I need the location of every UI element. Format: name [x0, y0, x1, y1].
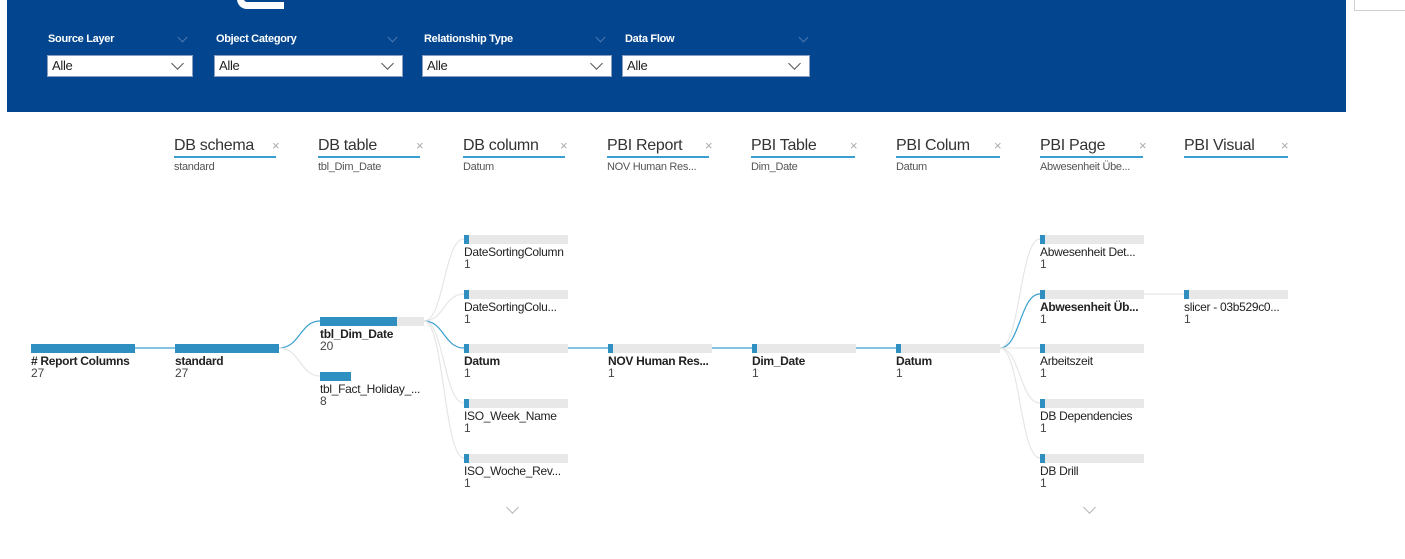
node-bar: [1040, 290, 1144, 299]
node-bar-fill: [1040, 454, 1045, 463]
node-bar-fill: [320, 372, 351, 381]
node-label: ISO_Week_Name: [464, 409, 557, 423]
node-bar: [608, 344, 712, 353]
node-bar: [464, 454, 568, 463]
node-bar-fill: [1184, 290, 1189, 299]
node-count: 1: [464, 421, 471, 435]
connector: [999, 347, 1041, 459]
node-bar: [1040, 344, 1144, 353]
node-count: 1: [896, 366, 903, 380]
node-count: 20: [320, 339, 334, 353]
tree-connectors: [135, 238, 1184, 459]
node-label: NOV Human Res...: [608, 354, 709, 368]
node-label: # Report Columns: [31, 354, 130, 368]
node-bar-fill: [896, 344, 901, 353]
connector: [423, 320, 465, 459]
node-label: ISO_Woche_Rev...: [464, 464, 561, 478]
node-count: 1: [1040, 476, 1047, 490]
node-label: tbl_Fact_Holiday_...: [320, 382, 421, 396]
node-bar-fill: [464, 290, 469, 299]
node-count: 8: [320, 394, 327, 408]
connector-selected: [278, 320, 321, 349]
connector: [423, 293, 465, 322]
node-label: Dim_Date: [752, 354, 805, 368]
connector: [999, 347, 1041, 404]
node-label: DB Dependencies: [1040, 409, 1133, 423]
node-bar-fill: [1040, 290, 1045, 299]
node-bar-fill: [1040, 399, 1045, 408]
connector: [999, 238, 1041, 349]
node-bar-fill: [1040, 235, 1045, 244]
node-count: 1: [464, 366, 471, 380]
node-bar-fill: [175, 344, 279, 353]
connector: [278, 347, 321, 377]
node-label: Arbeitszeit: [1040, 354, 1093, 368]
node-count: 27: [175, 366, 189, 380]
node-bar: [320, 317, 424, 326]
node-bar: [464, 290, 568, 299]
node-bar-fill: [320, 317, 397, 326]
node-count: 27: [31, 366, 45, 380]
node-bar-fill: [464, 399, 469, 408]
node-label: DateSortingColu...: [464, 300, 557, 314]
node-bar: [1040, 399, 1144, 408]
node-bar-fill: [464, 454, 469, 463]
connector: [423, 238, 465, 322]
node-count: 1: [1040, 312, 1047, 326]
node-label: DateSortingColumn: [464, 245, 564, 259]
node-bar: [464, 235, 568, 244]
node-count: 1: [1184, 312, 1191, 326]
node-bar-fill: [608, 344, 613, 353]
connector-selected: [999, 293, 1041, 349]
node-bar-fill: [31, 344, 135, 353]
node-bar: [464, 399, 568, 408]
node-bar: [896, 344, 1000, 353]
node-bar: [1040, 454, 1144, 463]
node-bar: [175, 344, 279, 353]
node-bar-fill: [464, 344, 469, 353]
node-bar: [464, 344, 568, 353]
node-label: Abwesenheit Üb...: [1040, 300, 1139, 314]
node-bar: [31, 344, 135, 353]
node-bar-fill: [752, 344, 757, 353]
node-bar-fill: [464, 235, 469, 244]
node-bar: [320, 372, 424, 381]
node-count: 1: [464, 476, 471, 490]
node-label: slicer - 03b529c0...: [1184, 300, 1280, 314]
node-bar-fill: [1040, 344, 1045, 353]
node-bar: [752, 344, 856, 353]
node-bar: [1040, 235, 1144, 244]
node-count: 1: [464, 257, 471, 271]
node-count: 1: [1040, 366, 1047, 380]
node-label: Abwesenheit Det...: [1040, 245, 1136, 259]
node-count: 1: [1040, 257, 1047, 271]
node-count: 1: [608, 366, 615, 380]
node-count: 1: [464, 312, 471, 326]
node-bar: [1184, 290, 1288, 299]
node-count: 1: [752, 366, 759, 380]
node-count: 1: [1040, 421, 1047, 435]
